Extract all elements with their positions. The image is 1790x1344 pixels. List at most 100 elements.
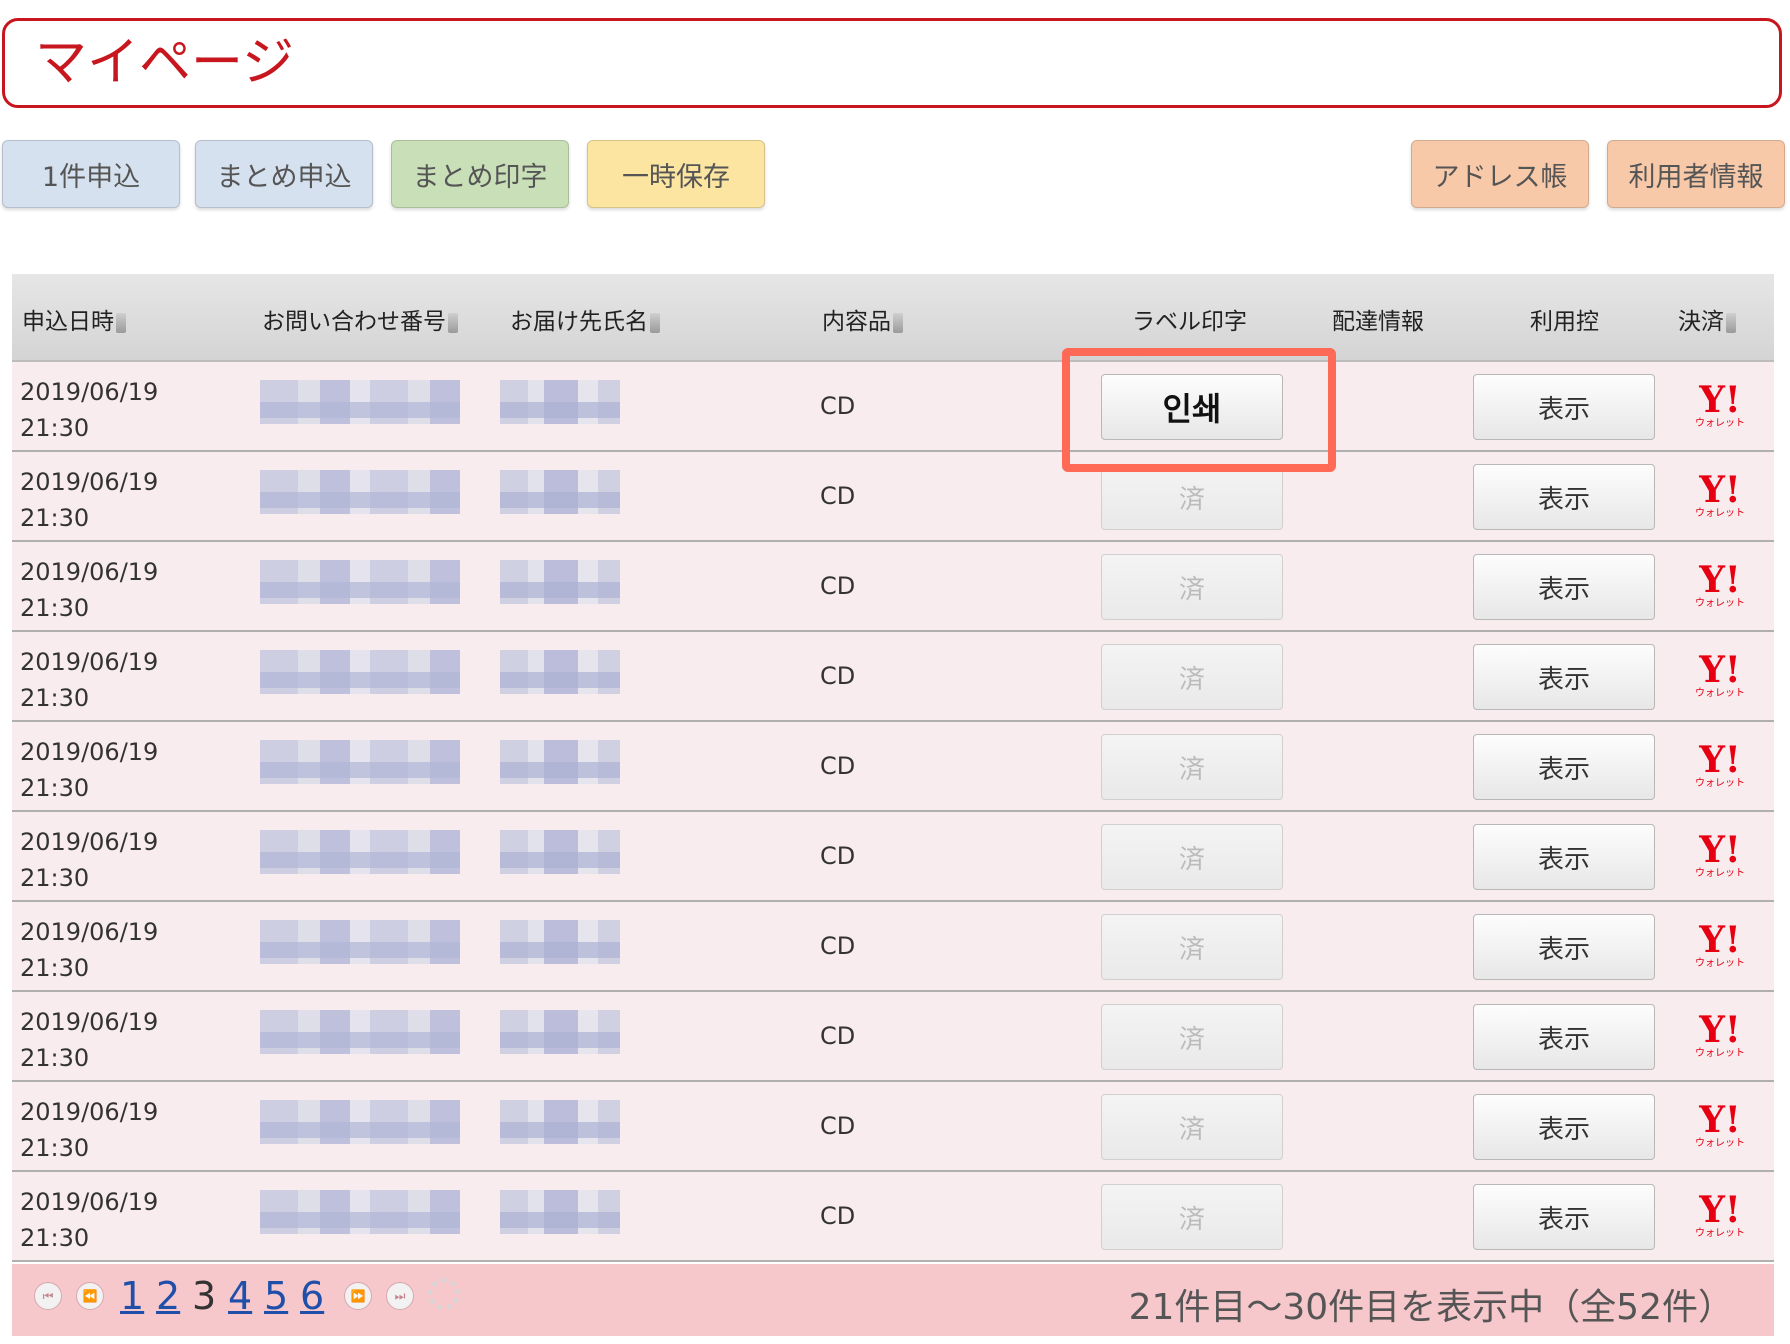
sort-icon xyxy=(1726,313,1736,333)
view-receipt-button[interactable]: 表示 xyxy=(1473,1004,1655,1070)
table-row: 2019/06/19 21:30 CD 인쇄 表示 Y! ウォレット xyxy=(12,362,1774,452)
header-recipient[interactable]: お届け先氏名 xyxy=(510,302,660,336)
view-receipt-button[interactable]: 表示 xyxy=(1473,1184,1655,1250)
print-label-done-button[interactable]: 済 xyxy=(1101,1094,1283,1160)
header-label: ラベル印字 xyxy=(1132,309,1247,335)
yahoo-wallet-icon: Y! ウォレット xyxy=(1695,1009,1745,1059)
row-content: CD xyxy=(820,932,856,960)
inquiry-number-redacted xyxy=(260,1100,460,1144)
view-receipt-button[interactable]: 表示 xyxy=(1473,374,1655,440)
print-label-done-button[interactable]: 済 xyxy=(1101,644,1283,710)
table-row: 2019/06/19 21:30 CD 済 表示 Y! ウォレット xyxy=(12,632,1774,722)
row-content: CD xyxy=(820,572,856,600)
view-receipt-button[interactable]: 表示 xyxy=(1473,464,1655,530)
page-link-6[interactable]: 6 xyxy=(300,1274,324,1318)
page-title: マイページ xyxy=(35,33,294,93)
header-inquiry[interactable]: お問い合わせ番号 xyxy=(262,302,458,336)
print-label-done-button[interactable]: 済 xyxy=(1101,734,1283,800)
row-content: CD xyxy=(820,1112,856,1140)
row-datetime: 2019/06/19 21:30 xyxy=(20,918,159,982)
bulk-print-button[interactable]: まとめ印字 xyxy=(391,140,569,208)
row-datetime: 2019/06/19 21:30 xyxy=(20,648,159,712)
loading-icon xyxy=(428,1278,460,1310)
header-date[interactable]: 申込日時 xyxy=(22,302,126,336)
yahoo-wallet-icon: Y! ウォレット xyxy=(1695,1099,1745,1149)
table-row: 2019/06/19 21:30 CD 済 表示 Y! ウォレット xyxy=(12,1082,1774,1172)
recipient-name-redacted xyxy=(500,380,620,424)
recipient-name-redacted xyxy=(500,1010,620,1054)
view-receipt-button[interactable]: 表示 xyxy=(1473,734,1655,800)
table-row: 2019/06/19 21:30 CD 済 表示 Y! ウォレット xyxy=(12,542,1774,632)
recipient-name-redacted xyxy=(500,740,620,784)
view-receipt-button[interactable]: 表示 xyxy=(1473,644,1655,710)
page-link-4[interactable]: 4 xyxy=(228,1274,252,1318)
address-book-button[interactable]: アドレス帳 xyxy=(1411,140,1589,208)
prev-page-icon[interactable]: ⏪ xyxy=(76,1282,104,1310)
row-content: CD xyxy=(820,842,856,870)
page-current: 3 xyxy=(192,1274,217,1318)
pagination-status: 21件目〜30件目を表示中（全52件） xyxy=(1128,1287,1734,1328)
sort-icon xyxy=(448,313,458,333)
recipient-name-redacted xyxy=(500,830,620,874)
table-row: 2019/06/19 21:30 CD 済 表示 Y! ウォレット xyxy=(12,722,1774,812)
header-payment[interactable]: 決済 xyxy=(1678,302,1736,336)
row-datetime: 2019/06/19 21:30 xyxy=(20,738,159,802)
first-page-icon[interactable]: ⏮ xyxy=(34,1282,62,1310)
inquiry-number-redacted xyxy=(260,740,460,784)
sort-icon xyxy=(893,313,903,333)
user-info-button[interactable]: 利用者情報 xyxy=(1607,140,1785,208)
row-content: CD xyxy=(820,1202,856,1230)
inquiry-number-redacted xyxy=(260,1190,460,1234)
print-label-done-button[interactable]: 済 xyxy=(1101,1184,1283,1250)
row-datetime: 2019/06/19 21:30 xyxy=(20,1008,159,1072)
last-page-icon[interactable]: ⏭ xyxy=(386,1282,414,1310)
table-row: 2019/06/19 21:30 CD 済 表示 Y! ウォレット xyxy=(12,992,1774,1082)
yahoo-wallet-icon: Y! ウォレット xyxy=(1695,1189,1745,1239)
header-delivery: 配達情報 xyxy=(1332,309,1424,335)
yahoo-wallet-icon: Y! ウォレット xyxy=(1695,469,1745,519)
print-label-done-button[interactable]: 済 xyxy=(1101,464,1283,530)
row-content: CD xyxy=(820,1022,856,1050)
page-title-box: マイページ xyxy=(2,18,1782,108)
page-link-2[interactable]: 2 xyxy=(156,1274,180,1318)
yahoo-wallet-icon: Y! ウォレット xyxy=(1695,739,1745,789)
row-datetime: 2019/06/19 21:30 xyxy=(20,558,159,622)
header-content[interactable]: 内容品 xyxy=(822,302,903,336)
table-header: 申込日時 お問い合わせ番号 お届け先氏名 内容品 ラベル印字 配達情報 利用控 … xyxy=(12,274,1774,362)
inquiry-number-redacted xyxy=(260,920,460,964)
single-apply-button[interactable]: 1件申込 xyxy=(2,140,180,208)
row-datetime: 2019/06/19 21:30 xyxy=(20,1188,159,1252)
page-link-5[interactable]: 5 xyxy=(264,1274,288,1318)
bulk-apply-button[interactable]: まとめ申込 xyxy=(195,140,373,208)
page-link-1[interactable]: 1 xyxy=(120,1274,144,1318)
yahoo-wallet-icon: Y! ウォレット xyxy=(1695,559,1745,609)
next-page-icon[interactable]: ⏩ xyxy=(344,1282,372,1310)
inquiry-number-redacted xyxy=(260,1010,460,1054)
header-receipt: 利用控 xyxy=(1530,309,1599,335)
temp-save-button[interactable]: 一時保存 xyxy=(587,140,765,208)
sort-icon xyxy=(650,313,660,333)
view-receipt-button[interactable]: 表示 xyxy=(1473,824,1655,890)
yahoo-wallet-icon: Y! ウォレット xyxy=(1695,919,1745,969)
table-row: 2019/06/19 21:30 CD 済 表示 Y! ウォレット xyxy=(12,1172,1774,1262)
print-label-done-button[interactable]: 済 xyxy=(1101,914,1283,980)
row-datetime: 2019/06/19 21:30 xyxy=(20,378,159,442)
table-row: 2019/06/19 21:30 CD 済 表示 Y! ウォレット xyxy=(12,902,1774,992)
recipient-name-redacted xyxy=(500,560,620,604)
print-label-done-button[interactable]: 済 xyxy=(1101,824,1283,890)
view-receipt-button[interactable]: 表示 xyxy=(1473,914,1655,980)
view-receipt-button[interactable]: 表示 xyxy=(1473,1094,1655,1160)
recipient-name-redacted xyxy=(500,470,620,514)
yahoo-wallet-icon: Y! ウォレット xyxy=(1695,649,1745,699)
inquiry-number-redacted xyxy=(260,830,460,874)
view-receipt-button[interactable]: 表示 xyxy=(1473,554,1655,620)
print-label-done-button[interactable]: 済 xyxy=(1101,554,1283,620)
print-label-done-button[interactable]: 済 xyxy=(1101,1004,1283,1070)
recipient-name-redacted xyxy=(500,650,620,694)
table-row: 2019/06/19 21:30 CD 済 表示 Y! ウォレット xyxy=(12,812,1774,902)
print-label-button[interactable]: 인쇄 xyxy=(1101,374,1283,440)
pagination-bar: ⏮ ⏪ 1 2 3 4 5 6 ⏩ ⏭ 21件目〜30件目を表示中（全52件） xyxy=(12,1264,1774,1336)
yahoo-wallet-icon: Y! ウォレット xyxy=(1695,829,1745,879)
inquiry-number-redacted xyxy=(260,560,460,604)
row-content: CD xyxy=(820,482,856,510)
